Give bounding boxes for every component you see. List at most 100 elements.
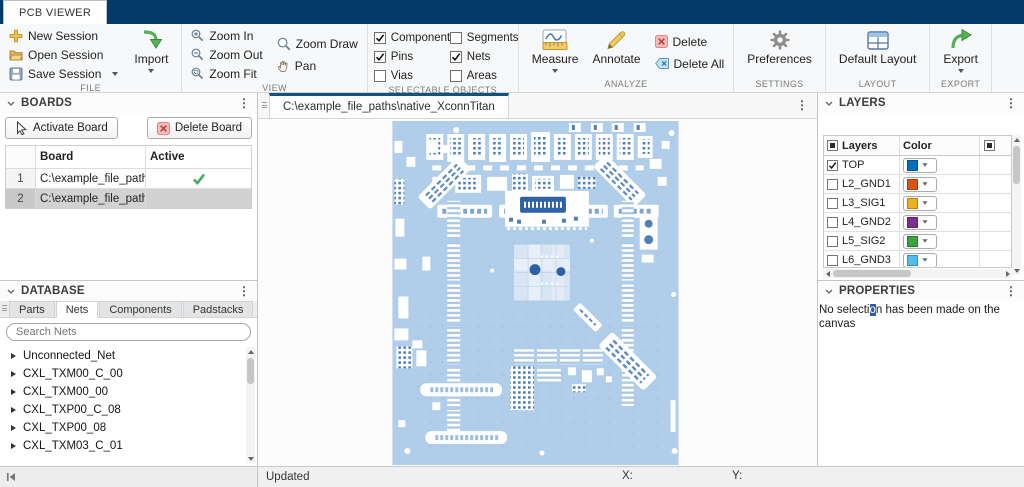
layer-checkbox[interactable] <box>827 217 838 228</box>
scroll-left-icon[interactable] <box>823 269 832 278</box>
import-button[interactable]: Import <box>127 26 175 83</box>
tab-nets[interactable]: Nets <box>56 301 99 318</box>
measure-dropdown-icon[interactable] <box>552 69 558 73</box>
pan-button[interactable]: Pan <box>274 56 361 75</box>
scroll-right-icon[interactable] <box>1003 269 1012 278</box>
layer-checkbox[interactable] <box>827 198 838 209</box>
layers-menu-icon[interactable]: ⋮ <box>1005 98 1017 108</box>
layer-row-l3-sig1[interactable]: L3_SIG1 <box>824 194 1011 213</box>
save-session-dropdown-icon[interactable] <box>112 72 118 76</box>
nets-scrollbar[interactable] <box>246 347 255 463</box>
activate-board-button[interactable]: Activate Board <box>5 117 118 139</box>
expander-icon[interactable] <box>11 407 16 413</box>
zoom-draw-button[interactable]: Zoom Draw <box>274 34 361 53</box>
tab-group-grip-icon[interactable] <box>2 305 7 311</box>
export-button[interactable]: Export <box>936 26 985 79</box>
export-dropdown-icon[interactable] <box>958 69 964 73</box>
checkbox-segments[interactable]: Segments <box>450 32 512 44</box>
boards-collapse-icon[interactable] <box>7 101 15 106</box>
net-item[interactable]: CXL_TXM00_00 <box>0 383 257 401</box>
zoom-out-button[interactable]: Zoom Out <box>188 45 265 64</box>
net-item[interactable]: CXL_TXP00_08 <box>0 419 257 437</box>
left-panel-hscroll-area[interactable] <box>0 467 258 487</box>
boards-menu-icon[interactable]: ⋮ <box>238 98 250 108</box>
layer-color-button[interactable] <box>903 215 937 230</box>
scroll-to-start-icon[interactable] <box>6 472 16 482</box>
layer-row-l2-gnd1[interactable]: L2_GND1 <box>824 175 1011 194</box>
net-item[interactable]: CXL_TXM03_C_01 <box>0 437 257 455</box>
layers-select-all-checkbox[interactable] <box>827 140 838 151</box>
layer-color-button[interactable] <box>903 158 937 173</box>
checkbox-pins[interactable]: Pins <box>374 51 450 63</box>
scroll-up-icon[interactable] <box>246 347 255 356</box>
database-collapse-icon[interactable] <box>7 289 15 294</box>
ribbon-section-settings-label: SETTINGS <box>740 79 819 92</box>
layer-row-l5-sig2[interactable]: L5_SIG2 <box>824 232 1011 251</box>
properties-menu-icon[interactable]: ⋮ <box>1005 286 1017 296</box>
delete-all-button[interactable]: Delete All <box>652 54 728 73</box>
layer-row-l4-gnd2[interactable]: L4_GND2 <box>824 213 1011 232</box>
layer-checkbox[interactable] <box>827 236 838 247</box>
expander-icon[interactable] <box>11 389 16 395</box>
checkbox-components[interactable]: Components <box>374 32 450 44</box>
import-dropdown-icon[interactable] <box>148 69 154 73</box>
default-layout-button[interactable]: Default Layout <box>832 26 923 79</box>
layer-color-button[interactable] <box>903 234 937 249</box>
tab-parts[interactable]: Parts <box>9 301 55 317</box>
save-session-button[interactable]: Save Session <box>6 64 121 83</box>
delete-board-button[interactable]: Delete Board <box>147 117 252 139</box>
tab-pcb-viewer[interactable]: PCB VIEWER <box>3 0 107 24</box>
checkbox-areas[interactable]: Areas <box>450 70 512 82</box>
layer-color-button[interactable] <box>903 253 937 268</box>
delete-button[interactable]: Delete <box>652 32 728 51</box>
tab-padstacks[interactable]: Padstacks <box>183 301 254 317</box>
annotate-button[interactable]: Annotate <box>585 26 647 79</box>
checkbox-vias[interactable]: Vias <box>374 70 450 82</box>
pcb-canvas[interactable] <box>258 119 817 466</box>
document-tab[interactable]: C:\example_file_paths\native_XconnTitan <box>269 93 509 118</box>
zoom-in-icon <box>191 29 204 42</box>
document-menu-icon[interactable]: ⋮ <box>796 98 808 112</box>
board-row-2[interactable]: 2 C:\example_file_paths\... <box>6 188 251 208</box>
layers-collapse-icon[interactable] <box>825 101 833 106</box>
layer-checkbox[interactable] <box>827 160 838 171</box>
scroll-thumb[interactable] <box>247 358 254 384</box>
board-row-1[interactable]: 1 C:\example_file_paths\... <box>6 168 251 188</box>
preferences-button[interactable]: Preferences <box>740 26 819 79</box>
zoom-fit-button[interactable]: Zoom Fit <box>188 64 265 83</box>
pcb-board-image[interactable] <box>392 121 679 465</box>
database-menu-icon[interactable]: ⋮ <box>238 286 250 296</box>
expander-icon[interactable] <box>11 353 16 359</box>
toolstrip-tab-bar: PCB VIEWER <box>0 0 1024 24</box>
checkbox-nets[interactable]: Nets <box>450 51 512 63</box>
layer-row-l6-gnd3[interactable]: L6_GND3 <box>824 251 1011 268</box>
scroll-thumb[interactable] <box>1013 146 1020 184</box>
zoom-in-button[interactable]: Zoom In <box>188 26 265 45</box>
layers-extra-checkbox[interactable] <box>984 140 995 151</box>
open-session-button[interactable]: Open Session <box>6 45 121 64</box>
scroll-down-icon[interactable] <box>246 454 255 463</box>
expander-icon[interactable] <box>11 443 16 449</box>
properties-collapse-icon[interactable] <box>825 289 833 294</box>
layer-checkbox[interactable] <box>827 179 838 190</box>
scroll-up-icon[interactable] <box>1012 135 1021 144</box>
scroll-down-icon[interactable] <box>1012 266 1021 275</box>
layer-color-button[interactable] <box>903 177 937 192</box>
measure-button[interactable]: Measure <box>525 26 586 79</box>
net-item[interactable]: CXL_TXP00_C_08 <box>0 401 257 419</box>
scroll-thumb[interactable] <box>833 270 911 277</box>
document-grip-icon[interactable] <box>262 102 267 108</box>
layer-checkbox[interactable] <box>827 255 838 266</box>
layers-hscrollbar[interactable] <box>823 269 1012 278</box>
tab-components[interactable]: Components <box>99 301 181 317</box>
net-item-unconnected[interactable]: Unconnected_Net <box>0 347 257 365</box>
new-session-button[interactable]: New Session <box>6 26 121 45</box>
expander-icon[interactable] <box>11 425 16 431</box>
layer-row-top[interactable]: TOP <box>824 156 1011 175</box>
net-item[interactable]: CXL_TXM00_C_00 <box>0 365 257 383</box>
search-nets-input[interactable] <box>6 323 251 341</box>
expander-icon[interactable] <box>11 371 16 377</box>
layers-vscrollbar[interactable] <box>1012 135 1021 275</box>
delete-all-icon <box>655 58 669 69</box>
layer-color-button[interactable] <box>903 196 937 211</box>
